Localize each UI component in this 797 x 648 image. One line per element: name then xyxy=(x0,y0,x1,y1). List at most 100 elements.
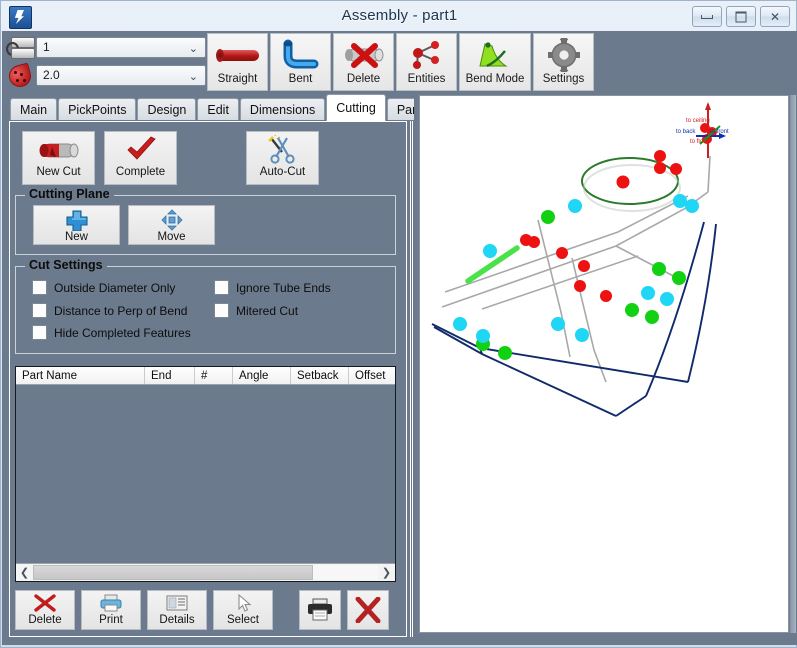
close-icon: ✕ xyxy=(770,12,780,22)
gear-icon xyxy=(541,38,587,72)
new-cut-button[interactable]: New Cut xyxy=(22,131,95,185)
print-all-button[interactable] xyxy=(299,590,341,630)
bend-mode-button-label: Bend Mode xyxy=(466,73,525,85)
delete-tube-icon xyxy=(341,38,387,72)
viewport-container: to ceiling to back to front to floor xyxy=(414,93,797,645)
bent-tube-icon xyxy=(278,38,324,72)
maximize-button[interactable] xyxy=(726,6,756,27)
auto-cut-button[interactable]: Auto-Cut xyxy=(246,131,319,185)
delete-button-label: Delete xyxy=(347,73,380,85)
settings-button-label: Settings xyxy=(543,73,585,85)
tab-dimensions[interactable]: Dimensions xyxy=(240,98,325,121)
cut-settings-title: Cut Settings xyxy=(25,258,107,272)
scrollbar-track[interactable] xyxy=(313,565,378,580)
bend-mode-button[interactable]: Bend Mode xyxy=(459,33,531,91)
complete-label: Complete xyxy=(116,166,165,178)
checkbox-distance-to-perp-of-bend[interactable]: Distance to Perp of Bend xyxy=(32,303,187,318)
checkbox-box[interactable] xyxy=(214,280,229,295)
tube-select-row: 1 ⌄ xyxy=(6,35,206,59)
straight-button-label: Straight xyxy=(218,73,258,85)
minimize-button[interactable] xyxy=(692,6,722,27)
complete-button[interactable]: Complete xyxy=(104,131,177,185)
tab-design[interactable]: Design xyxy=(137,98,196,121)
title-bar: Assembly - part1 ✕ xyxy=(1,1,797,31)
details-report-icon xyxy=(164,594,190,614)
straight-button[interactable]: Straight xyxy=(207,33,268,91)
select-label: Select xyxy=(227,614,259,626)
tube-number-combo[interactable]: 1 ⌄ xyxy=(36,37,206,58)
checkbox-box[interactable] xyxy=(214,303,229,318)
window-frame: Assembly - part1 ✕ 1 ⌄ xyxy=(0,0,797,648)
straight-tube-icon xyxy=(215,38,261,72)
printer-icon xyxy=(98,594,124,614)
cutting-plane-title: Cutting Plane xyxy=(25,187,114,201)
cutting-plane-move-button[interactable]: Move xyxy=(128,205,215,245)
tab-main[interactable]: Main xyxy=(10,98,57,121)
column-angle[interactable]: Angle xyxy=(233,367,291,384)
checkbox-box[interactable] xyxy=(32,325,47,340)
checkbox-mitered-cut[interactable]: Mitered Cut xyxy=(214,303,298,318)
auto-cut-label: Auto-Cut xyxy=(260,166,305,178)
entities-button-label: Entities xyxy=(408,73,446,85)
column-offset[interactable]: Offset xyxy=(349,367,395,384)
cutting-plane-new-button[interactable]: New xyxy=(33,205,120,245)
chevron-down-icon: ⌄ xyxy=(189,42,198,55)
tube-number-value: 1 xyxy=(43,40,50,54)
delete-all-button[interactable] xyxy=(347,590,389,630)
bend-die-icon xyxy=(6,64,36,86)
column-setback[interactable]: Setback xyxy=(291,367,349,384)
main-toolbar: 1 ⌄ 2.0 ⌄ Straight xyxy=(2,31,797,93)
column-number[interactable]: # xyxy=(195,367,233,384)
checkbox-ignore-tube-ends[interactable]: Ignore Tube Ends xyxy=(214,280,331,295)
tab-pickpoints[interactable]: PickPoints xyxy=(58,98,136,121)
panel-right-edge xyxy=(410,121,413,637)
auto-cut-scissors-icon xyxy=(263,135,303,166)
close-button[interactable]: ✕ xyxy=(760,6,790,27)
cutting-plane-move-label: Move xyxy=(157,231,185,243)
red-x-icon xyxy=(32,594,58,614)
column-part-name[interactable]: Part Name xyxy=(16,367,145,384)
roller-die-icon xyxy=(6,36,36,58)
viewport-right-scrollbar[interactable] xyxy=(790,95,796,633)
cut-settings-group: Cut Settings Outside Diameter Only Dista… xyxy=(15,266,396,354)
new-cut-label: New Cut xyxy=(36,166,80,178)
checkbox-label: Distance to Perp of Bend xyxy=(54,304,187,318)
settings-button[interactable]: Settings xyxy=(533,33,594,91)
checkmark-icon xyxy=(121,135,161,166)
checkbox-box[interactable] xyxy=(32,303,47,318)
panel-bottom-toolbar: Delete Print xyxy=(15,588,396,632)
application-window: Assembly - part1 ✕ 1 ⌄ xyxy=(0,0,797,648)
diameter-value: 2.0 xyxy=(43,68,60,82)
window-controls: ✕ xyxy=(692,6,790,27)
scroll-right-icon[interactable]: ❯ xyxy=(378,565,395,581)
print-button[interactable]: Print xyxy=(81,590,141,630)
cursor-arrow-icon xyxy=(230,594,256,614)
cutting-panel: New Cut Complete xyxy=(2,120,414,645)
3d-model-viewport[interactable]: to ceiling to back to front to floor xyxy=(419,95,789,633)
tab-cutting[interactable]: Cutting xyxy=(326,94,386,121)
diameter-select-row: 2.0 ⌄ xyxy=(6,63,206,87)
checkbox-label: Hide Completed Features xyxy=(54,326,191,340)
toolbar-combo-group: 1 ⌄ 2.0 ⌄ xyxy=(2,31,206,87)
select-button[interactable]: Select xyxy=(213,590,273,630)
table-horizontal-scrollbar[interactable]: ❮ ❯ xyxy=(16,563,395,581)
bent-button-label: Bent xyxy=(289,73,313,85)
details-button[interactable]: Details xyxy=(147,590,207,630)
scrollbar-thumb[interactable] xyxy=(33,565,313,580)
cutting-plane-group: Cutting Plane New xyxy=(15,195,396,255)
tab-edit[interactable]: Edit xyxy=(197,98,239,121)
delete-row-button[interactable]: Delete xyxy=(15,590,75,630)
checkbox-label: Outside Diameter Only xyxy=(54,281,175,295)
checkbox-box[interactable] xyxy=(32,280,47,295)
column-end[interactable]: End xyxy=(145,367,195,384)
checkbox-label: Ignore Tube Ends xyxy=(236,281,331,295)
delete-button[interactable]: Delete xyxy=(333,33,394,91)
scroll-left-icon[interactable]: ❮ xyxy=(16,565,33,581)
diameter-combo[interactable]: 2.0 ⌄ xyxy=(36,65,206,86)
entities-button[interactable]: Entities xyxy=(396,33,457,91)
checkbox-label: Mitered Cut xyxy=(236,304,298,318)
tube-assembly-render xyxy=(420,96,788,632)
checkbox-outside-diameter-only[interactable]: Outside Diameter Only xyxy=(32,280,175,295)
bent-button[interactable]: Bent xyxy=(270,33,331,91)
checkbox-hide-completed-features[interactable]: Hide Completed Features xyxy=(32,325,191,340)
